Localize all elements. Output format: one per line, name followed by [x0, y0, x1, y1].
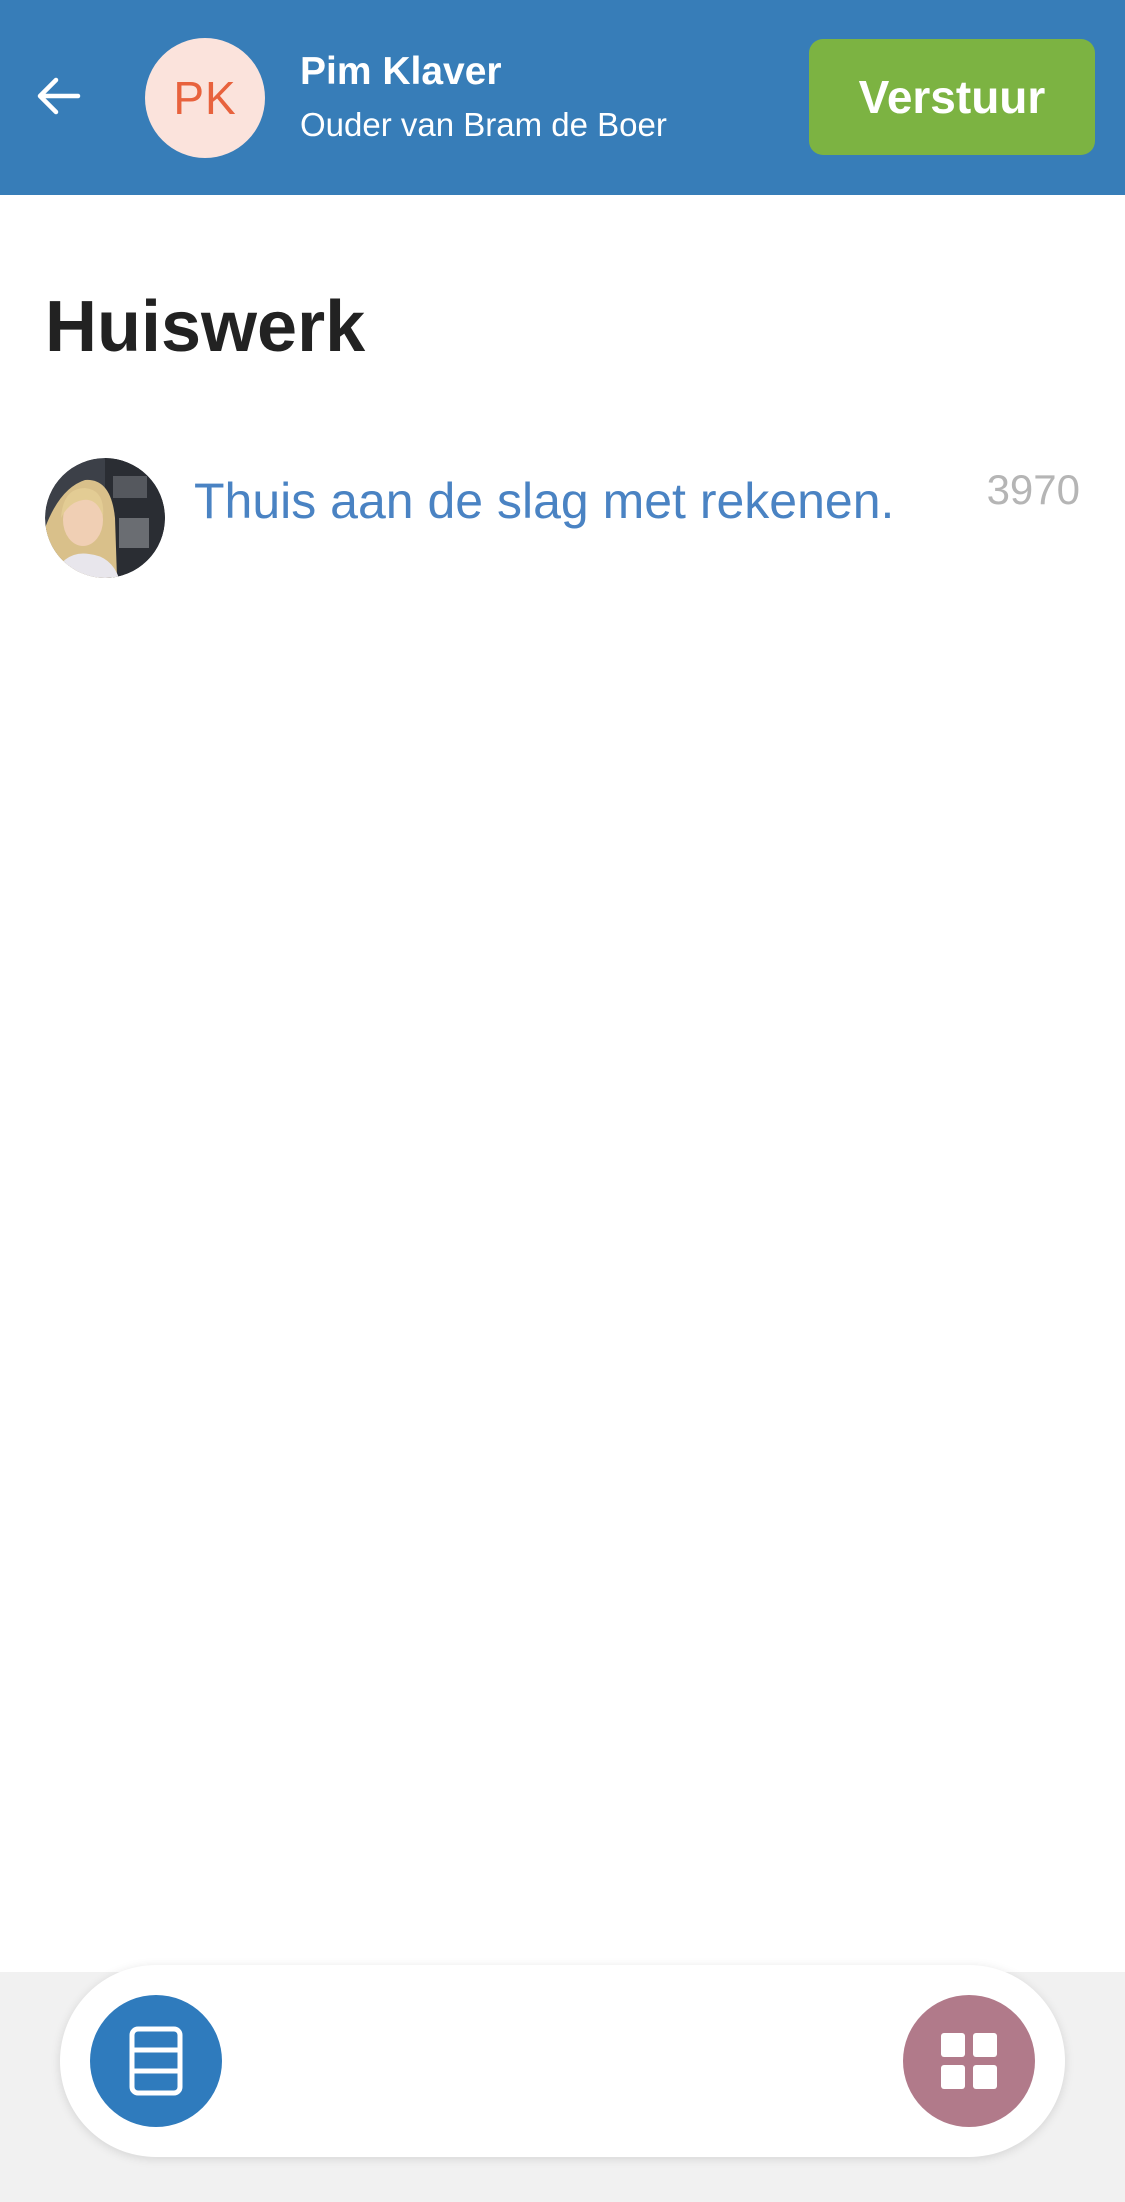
- contact-avatar[interactable]: PK: [145, 38, 265, 158]
- contact-subtitle: Ouder van Bram de Boer: [300, 106, 667, 143]
- page-title: Huiswerk: [45, 287, 366, 367]
- grid-icon: [941, 2033, 997, 2089]
- item-title[interactable]: Thuis aan de slag met rekenen.: [194, 472, 894, 530]
- list-item[interactable]: Thuis aan de slag met rekenen. 3970: [45, 458, 1080, 580]
- document-list-icon: [129, 2026, 183, 2096]
- send-button[interactable]: Verstuur: [809, 39, 1095, 155]
- top-bar: PK Pim Klaver Ouder van Bram de Boer Ver…: [0, 0, 1125, 195]
- back-button[interactable]: [28, 66, 88, 126]
- contact-name: Pim Klaver: [300, 50, 502, 93]
- document-button[interactable]: [90, 1995, 222, 2127]
- apps-button[interactable]: [903, 1995, 1035, 2127]
- arrow-left-icon: [37, 77, 81, 115]
- sender-avatar: [45, 458, 165, 578]
- item-count: 3970: [986, 466, 1080, 513]
